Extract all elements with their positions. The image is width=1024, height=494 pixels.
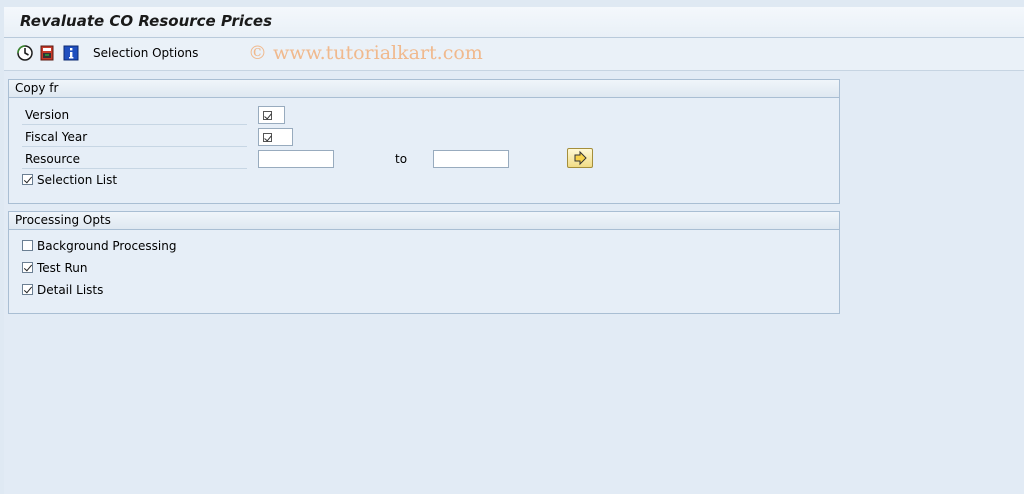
test-run-checkbox[interactable] xyxy=(22,262,33,273)
watermark-text: © www.tutorialkart.com xyxy=(248,42,483,64)
multiple-selection-icon xyxy=(574,150,587,166)
fiscal-year-label: Fiscal Year xyxy=(22,128,247,147)
group-header-copy: Copy fr xyxy=(9,80,839,98)
title-bar: Revaluate CO Resource Prices xyxy=(4,7,1024,38)
detail-lists-checkbox[interactable] xyxy=(22,284,33,295)
execute-icon[interactable] xyxy=(16,44,34,62)
version-label: Version xyxy=(22,106,247,125)
save-variant-icon[interactable] xyxy=(38,44,56,62)
version-field[interactable] xyxy=(258,106,285,124)
background-processing-label: Background Processing xyxy=(37,239,177,253)
page-title: Revaluate CO Resource Prices xyxy=(20,12,273,30)
selection-list-row: Selection List xyxy=(22,172,222,192)
selection-options-button[interactable]: Selection Options xyxy=(93,46,198,60)
copy-from-group: Copy fr Version Fiscal Year Resource to … xyxy=(8,79,840,204)
background-processing-row: Background Processing xyxy=(22,238,242,258)
selection-list-label: Selection List xyxy=(37,173,118,187)
test-run-row: Test Run xyxy=(22,260,242,280)
info-icon[interactable] xyxy=(62,44,80,62)
selection-list-checkbox[interactable] xyxy=(22,174,33,185)
fiscal-year-field[interactable] xyxy=(258,128,293,146)
processing-options-group: Processing Opts Background Processing Te… xyxy=(8,211,840,314)
background-processing-checkbox[interactable] xyxy=(22,240,33,251)
test-run-label: Test Run xyxy=(37,261,88,275)
resource-to-label: to xyxy=(395,152,408,166)
resource-from-field[interactable] xyxy=(258,150,334,168)
resource-to-field[interactable] xyxy=(433,150,509,168)
resource-label: Resource xyxy=(22,150,247,169)
detail-lists-label: Detail Lists xyxy=(37,283,104,297)
detail-lists-row: Detail Lists xyxy=(22,282,242,302)
application-toolbar: Selection Options © www.tutorialkart.com xyxy=(4,38,1024,71)
sap-screen: Revaluate CO Resource Prices Selection O… xyxy=(4,7,1024,494)
multiple-selection-button[interactable] xyxy=(567,148,593,168)
group-header-processing: Processing Opts xyxy=(9,212,839,230)
